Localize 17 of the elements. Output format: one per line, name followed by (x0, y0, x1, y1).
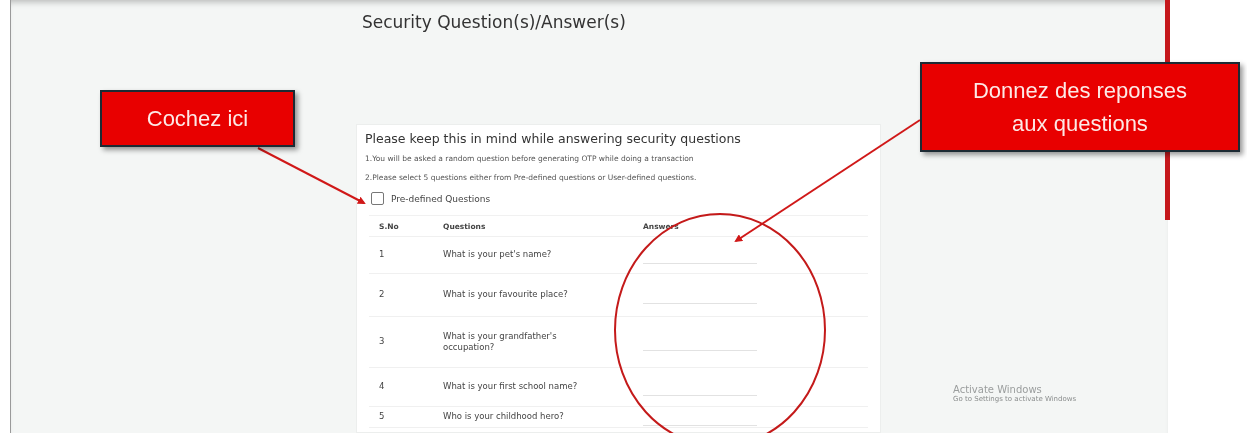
row-number: 4 (379, 381, 386, 393)
row-number: 2 (379, 289, 386, 301)
row-number: 1 (379, 249, 386, 261)
question-text: What is your favourite place? (443, 289, 569, 301)
callout-label: Cochez ici (100, 90, 295, 147)
activation-notice-title: Activate Windows (953, 384, 1043, 395)
question-text: What is your grandfather's occupation? (443, 330, 558, 354)
question-text: What is your pet's name? (443, 249, 553, 261)
page-title: Security Question(s)/Answer(s) (362, 12, 626, 32)
question-text: Who is your childhood hero? (443, 411, 565, 423)
question-text: What is your first school name? (443, 381, 579, 393)
callout-label: Donnez des reponses aux questions (920, 62, 1240, 152)
checkbox-label: Pre-defined Questions (391, 193, 491, 204)
row-number: 5 (379, 411, 386, 423)
notice-heading: Please keep this in mind while answering security questions (365, 131, 742, 146)
row-number: 3 (379, 336, 386, 348)
checkbox[interactable] (371, 192, 384, 205)
